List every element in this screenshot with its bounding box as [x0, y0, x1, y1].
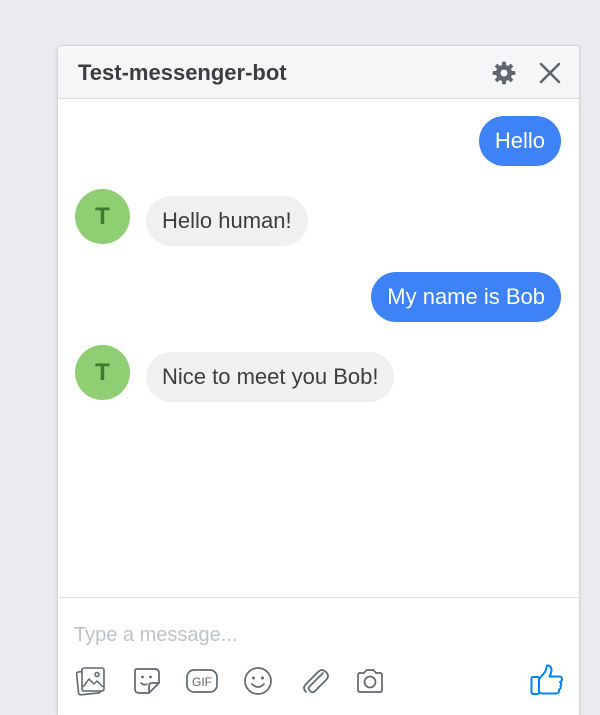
photo-button[interactable] — [74, 664, 108, 698]
close-button[interactable] — [535, 58, 565, 88]
emoji-icon — [244, 667, 272, 695]
message-incoming: Nice to meet you Bob! — [146, 352, 395, 402]
message-outgoing: Hello — [478, 116, 561, 166]
close-icon — [539, 62, 561, 84]
message-bubble[interactable]: Hello — [478, 116, 561, 166]
emoji-button[interactable] — [241, 664, 275, 698]
camera-button[interactable] — [353, 664, 387, 698]
gif-button[interactable]: GIF — [185, 664, 219, 698]
message-bubble[interactable]: My name is Bob — [371, 272, 561, 322]
message-bubble[interactable]: Hello human! — [146, 196, 308, 246]
settings-button[interactable] — [489, 58, 519, 88]
sticker-button[interactable] — [130, 664, 164, 698]
bot-avatar[interactable]: T — [75, 345, 130, 400]
message-input[interactable] — [74, 620, 494, 650]
message-bubble[interactable]: Nice to meet you Bob! — [146, 352, 395, 402]
chat-window: Test-messenger-bot Hello T Hello human! … — [57, 45, 580, 715]
send-like-button[interactable] — [528, 661, 566, 699]
message-outgoing: My name is Bob — [371, 272, 561, 322]
message-incoming: Hello human! — [146, 196, 308, 246]
sticker-icon — [134, 668, 160, 694]
chat-title[interactable]: Test-messenger-bot — [78, 60, 287, 86]
attachment-icon — [303, 669, 329, 694]
gif-label: GIF — [192, 675, 212, 689]
camera-icon — [357, 669, 383, 693]
chat-header: Test-messenger-bot — [58, 46, 579, 99]
attachment-button[interactable] — [297, 664, 331, 698]
gif-icon: GIF — [186, 669, 218, 693]
photo-icon — [75, 667, 105, 696]
composer: GIF — [58, 597, 579, 715]
thumbs-up-icon — [530, 664, 564, 695]
bot-avatar[interactable]: T — [75, 189, 130, 244]
gear-icon — [492, 61, 516, 85]
